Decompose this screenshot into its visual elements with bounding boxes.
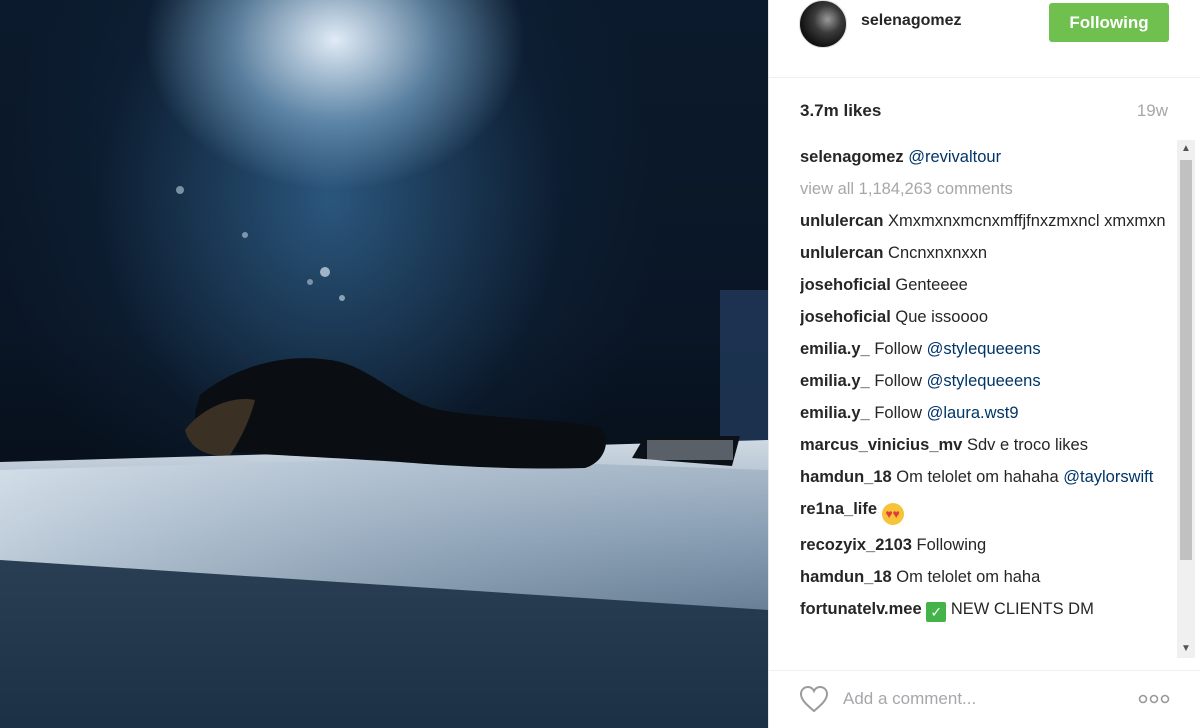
list-item: marcus_vinicius_mv Sdv e troco likes [800,434,1170,457]
list-item: josehoficial Genteeee [800,274,1170,297]
comment-text: Sdv e troco likes [966,436,1088,454]
scroll-down-arrow-icon[interactable]: ▼ [1177,640,1195,658]
add-comment-input[interactable] [843,684,1113,714]
comment-text: Following [916,536,987,554]
username-link[interactable]: selenagomez [861,12,961,30]
caption-author[interactable]: selenagomez [800,148,904,166]
post-header: selenagomez Following [769,0,1200,78]
caption: selenagomez @revivaltour [800,146,1170,169]
check-mark-emoji-icon: ✓ [926,602,947,622]
comment-author[interactable]: fortunatelv.mee [800,600,922,618]
list-item: emilia.y_ Follow @laura.wst9 [800,402,1170,425]
list-item: josehoficial Que issoooo [800,306,1170,329]
comment-text: Om telolet om haha [896,568,1041,586]
scroll-up-arrow-icon[interactable]: ▲ [1177,140,1195,158]
caption-mention[interactable]: @revivaltour [908,148,1001,166]
comment-mention[interactable]: @taylorswift [1063,468,1153,486]
comment-author[interactable]: re1na_life [800,500,877,518]
avatar[interactable] [799,0,847,48]
heart-eyes-emoji-icon: ♥♥ [881,503,904,525]
view-all-comments-link[interactable]: view all 1,184,263 comments [800,178,1170,201]
list-item: unlulercan Xmxmxnxmcnxmffjfnxzmxncl xmxm… [800,210,1170,233]
list-item: unlulercan Cncnxnxnxxn [800,242,1170,265]
list-item: hamdun_18 Om telolet om haha [800,566,1170,589]
post-details-panel: selenagomez Following 3.7m likes 19w sel… [768,0,1200,728]
list-item: hamdun_18 Om telolet om hahaha @taylorsw… [800,466,1170,489]
likes-count[interactable]: 3.7m likes [800,101,881,121]
comment-author[interactable]: josehoficial [800,276,891,294]
comment-author[interactable]: josehoficial [800,308,891,326]
heart-outline-icon[interactable] [799,685,829,713]
comment-text: Que issoooo [895,308,989,326]
post-age[interactable]: 19w [1137,101,1168,121]
comment-text: NEW CLIENTS DM [950,600,1094,618]
comment-author[interactable]: hamdun_18 [800,568,892,586]
comment-footer [769,670,1200,728]
list-item: recozyix_2103 Following [800,534,1170,557]
post-photo[interactable] [0,0,768,728]
comment-author[interactable]: marcus_vinicius_mv [800,436,962,454]
scrollbar-thumb[interactable] [1180,160,1192,560]
comment-text: Xmxmxnxmcnxmffjfnxzmxncl xmxmxn [888,212,1166,230]
comment-author[interactable]: recozyix_2103 [800,536,912,554]
comment-author[interactable]: emilia.y_ [800,404,870,422]
comment-text: Follow [874,404,922,422]
comment-author[interactable]: unlulercan [800,212,883,230]
comment-text: Follow [874,372,922,390]
comment-text: Cncnxnxnxxn [888,244,988,262]
comment-text: Follow [874,340,922,358]
list-item: re1na_life ♥♥ [800,498,1170,525]
comment-mention[interactable]: @stylequeeens [927,340,1041,358]
concert-stage-image [0,186,768,728]
list-item: fortunatelv.mee ✓ NEW CLIENTS DM [800,598,1170,622]
comment-mention[interactable]: @stylequeeens [927,372,1041,390]
comment-author[interactable]: hamdun_18 [800,468,892,486]
comment-text: Om telolet om hahaha [896,468,1059,486]
list-item: emilia.y_ Follow @stylequeeens [800,338,1170,361]
comment-author[interactable]: emilia.y_ [800,340,870,358]
comment-author[interactable]: unlulercan [800,244,883,262]
comment-mention[interactable]: @laura.wst9 [927,404,1019,422]
comment-list: selenagomez @revivaltour view all 1,184,… [800,146,1170,658]
following-button[interactable]: Following [1049,3,1169,42]
comment-author[interactable]: emilia.y_ [800,372,870,390]
list-item: emilia.y_ Follow @stylequeeens [800,370,1170,393]
more-options-icon[interactable] [1137,691,1171,707]
comment-text: Genteeee [895,276,968,294]
comments-scrollbar[interactable]: ▲ ▼ [1177,140,1195,658]
